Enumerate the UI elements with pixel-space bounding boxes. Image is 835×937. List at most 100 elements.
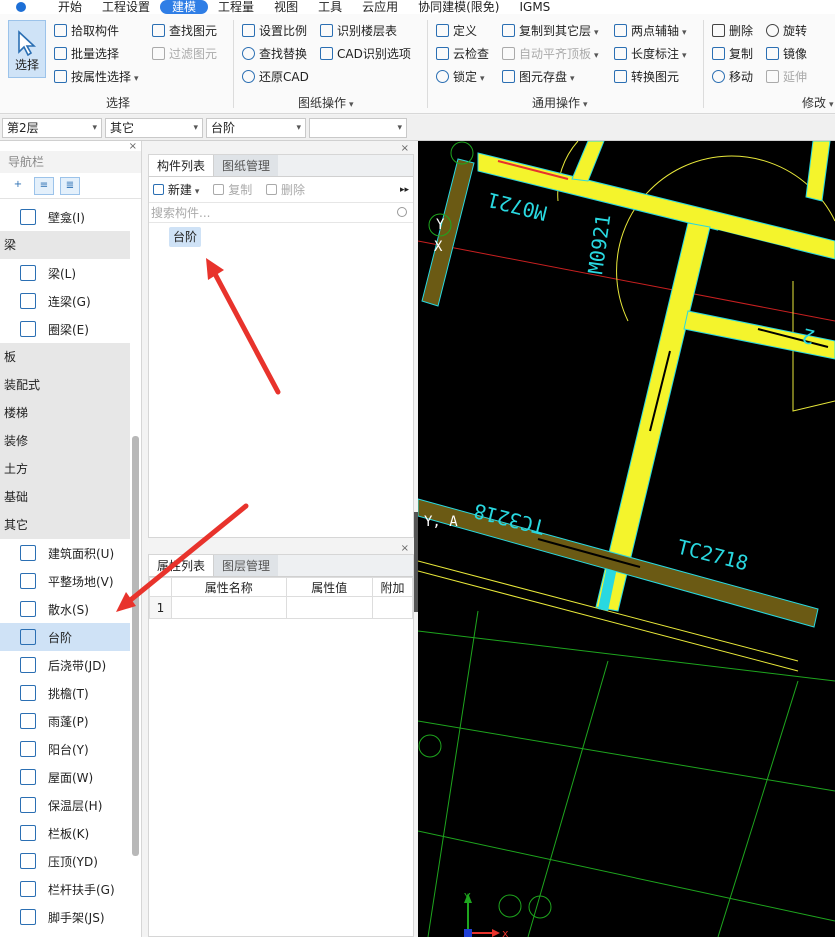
two-point-icon <box>614 23 627 37</box>
nav-scrollbar[interactable] <box>132 436 139 856</box>
copy-to-floor-button[interactable]: 复制到其它层 <box>502 20 599 40</box>
delete-component-button[interactable]: 删除 <box>266 181 305 198</box>
detail-view-icon[interactable]: ≣ <box>60 176 80 195</box>
rotate-button[interactable]: 旋转 <box>766 20 807 40</box>
component-item-step[interactable]: 台阶 <box>169 227 202 247</box>
nav-category[interactable]: 土方 <box>0 455 130 483</box>
new-component-button[interactable]: 新建 <box>153 181 199 198</box>
component-select[interactable]: 台阶 <box>206 118 306 138</box>
sidebar-item[interactable]: 栏板(K) <box>0 819 130 847</box>
auto-level-button[interactable]: 自动平齐顶板 <box>502 43 599 63</box>
sidebar-item[interactable]: 台阶 <box>0 623 130 651</box>
group-title-drawing[interactable]: 图纸操作 <box>298 94 354 111</box>
sidebar-item[interactable]: 平整场地(V) <box>0 567 130 595</box>
tab-layer-manage[interactable]: 图层管理 <box>214 555 279 576</box>
menu-tab-start[interactable]: 开始 <box>48 0 92 14</box>
menu-tab-collab[interactable]: 协同建模(限免) <box>408 0 509 14</box>
move-button[interactable]: 移动 <box>712 66 753 86</box>
menu-tab-igms[interactable]: IGMS <box>509 0 560 14</box>
sidebar-item[interactable]: 壁龛(I) <box>0 203 130 231</box>
find-element-button[interactable]: 查找图元 <box>152 20 217 40</box>
tab-component-list[interactable]: 构件列表 <box>149 155 215 176</box>
copy-component-button[interactable]: 复制 <box>213 181 252 198</box>
component-type-icon <box>20 909 36 925</box>
sidebar-item-label: 雨蓬(P) <box>48 714 89 729</box>
convert-element-button[interactable]: 转换图元 <box>614 66 679 86</box>
component-type-icon <box>20 629 36 645</box>
menu-tab-tools[interactable]: 工具 <box>308 0 352 14</box>
menu-tab-project-settings[interactable]: 工程设置 <box>92 0 160 14</box>
move-icon <box>712 69 725 83</box>
menu-tab-cloud[interactable]: 云应用 <box>352 0 408 14</box>
sidebar-item[interactable]: 阳台(Y) <box>0 735 130 763</box>
group-title-modify[interactable]: 修改 <box>802 94 834 111</box>
sidebar-item[interactable]: 脚手架(JS) <box>0 903 130 931</box>
extend-button[interactable]: 延伸 <box>766 66 807 86</box>
nav-category[interactable]: 装配式 <box>0 371 130 399</box>
sidebar-item[interactable]: 散水(S) <box>0 595 130 623</box>
identify-floor-table-button[interactable]: 识别楼层表 <box>320 20 397 40</box>
select-by-attr-button[interactable]: 按属性选择 <box>54 66 139 86</box>
sidebar-item[interactable]: 梁(L) <box>0 259 130 287</box>
two-point-axis-button[interactable]: 两点辅轴 <box>614 20 687 40</box>
floor-select[interactable]: 第2层 <box>2 118 102 138</box>
menu-tab-view[interactable]: 视图 <box>264 0 308 14</box>
axis-mark-y: Y <box>436 217 445 233</box>
sidebar-item[interactable]: 雨蓬(P) <box>0 707 130 735</box>
sidebar-item[interactable]: 屋面(W) <box>0 763 130 791</box>
sidebar-item[interactable]: 圈梁(E) <box>0 315 130 343</box>
sidebar-item[interactable]: 建筑面积(U) <box>0 539 130 567</box>
property-name-cell[interactable] <box>171 596 287 619</box>
delete-button[interactable]: 删除 <box>712 20 753 40</box>
menu-bar: 开始 工程设置 建模 工程量 视图 工具 云应用 协同建模(限免) IGMS <box>0 0 835 14</box>
tab-property-list[interactable]: 属性列表 <box>149 555 215 576</box>
nav-category[interactable]: 楼梯 <box>0 399 130 427</box>
sidebar-item[interactable]: 栏杆扶手(G) <box>0 875 130 903</box>
sub-select[interactable] <box>309 118 407 138</box>
cloud-check-button[interactable]: 云检查 <box>436 43 489 63</box>
menu-tab-quantity[interactable]: 工程量 <box>208 0 264 14</box>
property-extra-cell[interactable] <box>372 596 413 619</box>
define-button[interactable]: 定义 <box>436 20 477 40</box>
restore-cad-button[interactable]: 还原CAD <box>242 66 309 86</box>
search-component-input[interactable]: 搜索构件... <box>149 203 413 223</box>
row-number-header <box>149 577 172 597</box>
sidebar-item[interactable]: 保温层(H) <box>0 791 130 819</box>
sidebar-item[interactable]: 连梁(G) <box>0 287 130 315</box>
cad-canvas[interactable]: M0721 M0921 TC3218 TC2718 2 Y X Y, A Y x <box>418 141 835 937</box>
nav-category[interactable]: 装修 <box>0 427 130 455</box>
nav-category[interactable]: 基础 <box>0 483 130 511</box>
mirror-button[interactable]: 镜像 <box>766 43 807 63</box>
save-icon <box>502 69 515 83</box>
nav-category[interactable]: 板 <box>0 343 130 371</box>
filter-element-button[interactable]: 过滤图元 <box>152 43 217 63</box>
find-replace-button[interactable]: 查找替换 <box>242 43 307 63</box>
sidebar-item[interactable]: 后浇带(JD) <box>0 651 130 679</box>
sidebar-item-label: 阳台(Y) <box>48 742 89 757</box>
property-panel-close-icon[interactable]: × <box>401 543 409 554</box>
more-icon[interactable]: ▸▸ <box>400 185 409 195</box>
batch-select-button[interactable]: 批量选择 <box>54 43 119 63</box>
app-window: 开始 工程设置 建模 工程量 视图 工具 云应用 协同建模(限免) IGMS 选… <box>0 0 835 937</box>
nav-category[interactable]: 其它 <box>0 511 130 539</box>
nav-category[interactable]: 梁 <box>0 231 130 259</box>
nav-close-icon[interactable]: × <box>129 141 137 152</box>
expand-icon[interactable]: + <box>8 177 28 195</box>
select-button[interactable]: 选择 <box>8 20 46 78</box>
copy-button[interactable]: 复制 <box>712 43 753 63</box>
cad-options-button[interactable]: CAD识别选项 <box>320 43 411 63</box>
pick-component-button[interactable]: 拾取构件 <box>54 20 119 40</box>
type-select[interactable]: 其它 <box>105 118 203 138</box>
lock-button[interactable]: 锁定 <box>436 66 485 86</box>
length-dim-button[interactable]: 长度标注 <box>614 43 687 63</box>
set-scale-button[interactable]: 设置比例 <box>242 20 307 40</box>
menu-tab-modeling[interactable]: 建模 <box>160 0 209 14</box>
list-view-icon[interactable]: ≡ <box>34 176 54 195</box>
component-panel-close-icon[interactable]: × <box>401 143 409 154</box>
group-title-common[interactable]: 通用操作 <box>532 94 588 111</box>
sidebar-item[interactable]: 挑檐(T) <box>0 679 130 707</box>
sidebar-item[interactable]: 压顶(YD) <box>0 847 130 875</box>
property-value-cell[interactable] <box>285 596 374 619</box>
tab-drawing-manage[interactable]: 图纸管理 <box>214 155 279 176</box>
save-element-button[interactable]: 图元存盘 <box>502 66 575 86</box>
